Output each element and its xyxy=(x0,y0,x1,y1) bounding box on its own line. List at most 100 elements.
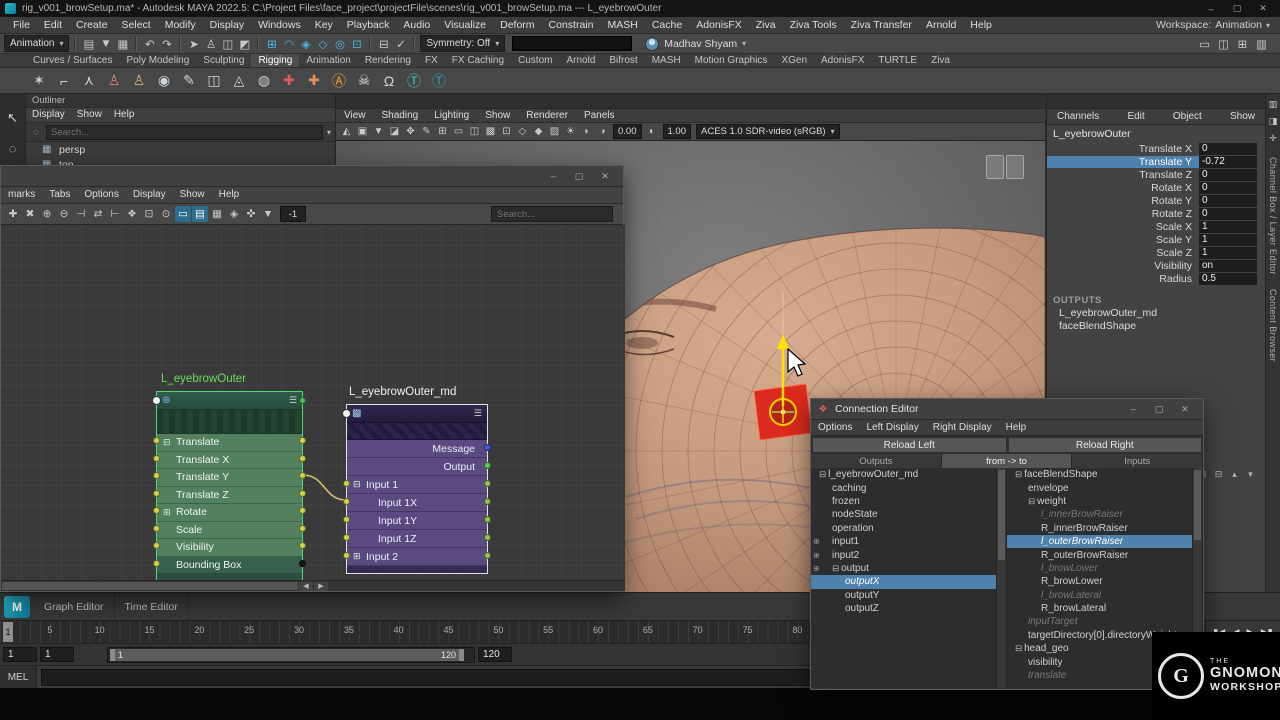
shelf-tab-xgen[interactable]: XGen xyxy=(774,54,814,67)
shelf-tab-rendering[interactable]: Rendering xyxy=(358,54,418,67)
film-gate-icon[interactable]: ▭ xyxy=(451,124,466,139)
attribute-item-l-browlateral[interactable]: l_browLateral xyxy=(1007,589,1202,602)
output-connections-icon[interactable]: ⊢ xyxy=(107,206,123,222)
scroll-right-icon[interactable]: ▶ xyxy=(314,582,328,591)
hik-skeleton-icon[interactable]: ♙ xyxy=(103,70,125,92)
input-output-connections-icon[interactable]: ⇄ xyxy=(90,206,106,222)
range-handle-start[interactable] xyxy=(110,649,115,661)
move-layer-up-icon[interactable]: ▴ xyxy=(1228,468,1241,481)
node-attr-input-1z[interactable]: ⊟Input 1Z xyxy=(347,530,487,548)
node-editor-menu-options[interactable]: Options xyxy=(77,187,125,203)
expander-icon[interactable]: ⊟ xyxy=(353,479,363,490)
attr-input-socket[interactable] xyxy=(343,552,350,559)
node-input-socket[interactable] xyxy=(342,409,351,418)
menu-display[interactable]: Display xyxy=(203,17,251,33)
redo-icon[interactable]: ↷ xyxy=(158,35,175,52)
node-attr-translate-y[interactable]: ⊟Translate Y xyxy=(157,469,302,487)
attribute-item-input2[interactable]: ⊕input2 xyxy=(811,548,1006,561)
attribute-item-operation[interactable]: operation xyxy=(811,522,1006,535)
animation-start-field[interactable]: 1 xyxy=(40,647,74,662)
menu-icon[interactable]: ☰ xyxy=(474,408,482,419)
simple-view-icon[interactable]: ▭ xyxy=(175,206,191,222)
textured-icon[interactable]: ▨ xyxy=(547,124,562,139)
ziva-transfer-icon[interactable]: Ⓣ xyxy=(428,70,450,92)
paint-skin-weights-icon[interactable]: ✎ xyxy=(178,70,200,92)
input-operations-icon[interactable]: ⊟ xyxy=(375,35,392,52)
channel-row-translate-y[interactable]: Translate Y-0.72 xyxy=(1047,155,1265,168)
viewport-menu-panels[interactable]: Panels xyxy=(576,109,623,122)
attr-input-socket[interactable] xyxy=(153,560,160,567)
attr-output-socket[interactable] xyxy=(299,560,306,567)
frame-selection-icon[interactable]: ⊙ xyxy=(158,206,174,222)
attr-output-socket[interactable] xyxy=(484,480,491,487)
snap-grid-icon[interactable]: ⊞ xyxy=(263,35,280,52)
snap-plane-icon[interactable]: ◇ xyxy=(314,35,331,52)
attr-output-socket[interactable] xyxy=(484,552,491,559)
frame-all-icon[interactable]: ⊡ xyxy=(141,206,157,222)
sidebar-tab-content-browser[interactable]: Content Browser xyxy=(1268,289,1278,362)
outliner-search-input[interactable] xyxy=(46,125,323,140)
quick-selection-field[interactable] xyxy=(512,36,632,51)
shelf-tab-curves-surfaces[interactable]: Curves / Surfaces xyxy=(26,54,119,67)
node-attr-input-1x[interactable]: ⊟Input 1X xyxy=(347,494,487,512)
bookmarks-icon[interactable]: ▼ xyxy=(260,206,276,222)
node-attr-translate-z[interactable]: ⊟Translate Z xyxy=(157,487,302,505)
select-hierarchy-icon[interactable]: ♙ xyxy=(202,35,219,52)
node-output-socket[interactable] xyxy=(299,397,306,404)
grease-pencil-icon[interactable]: ✎ xyxy=(419,124,434,139)
animation-end-field[interactable]: 120 xyxy=(478,647,512,662)
select-tool-icon[interactable]: ↖ xyxy=(3,108,23,128)
snap-point-icon[interactable]: ◈ xyxy=(297,35,314,52)
bind-skin-icon[interactable]: ◉ xyxy=(153,70,175,92)
pan-zoom-icon[interactable]: ✥ xyxy=(403,124,418,139)
remove-node-icon[interactable]: ✖ xyxy=(22,206,38,222)
channel-row-rotate-y[interactable]: Rotate Y0 xyxy=(1047,194,1265,207)
expander-icon[interactable]: ⊞ xyxy=(163,507,173,518)
safe-action-icon[interactable]: ⊡ xyxy=(499,124,514,139)
maximize-button[interactable]: ▢ xyxy=(1225,1,1249,16)
menu-edit[interactable]: Edit xyxy=(37,17,69,33)
output-node-faceblendshape[interactable]: faceBlendShape xyxy=(1047,319,1265,332)
wireframe-icon[interactable]: ◇ xyxy=(515,124,530,139)
attr-input-socket[interactable] xyxy=(343,480,350,487)
menu-ziva[interactable]: Ziva xyxy=(749,17,783,33)
attribute-item-inputtarget[interactable]: inputTarget xyxy=(1007,615,1202,628)
node-input-socket[interactable] xyxy=(152,396,161,405)
attribute-item-faceblendshape[interactable]: ⊟faceBlendShape xyxy=(1007,468,1202,481)
menu-key[interactable]: Key xyxy=(308,17,340,33)
remove-from-graph-icon[interactable]: ⊖ xyxy=(56,206,72,222)
construction-history-icon[interactable]: ✓ xyxy=(392,35,409,52)
node-attr-scale[interactable]: ⊟Scale xyxy=(157,522,302,540)
pose-editor-icon[interactable]: ◬ xyxy=(228,70,250,92)
attr-output-socket[interactable] xyxy=(484,516,491,523)
attribute-item-outputx[interactable]: outputX xyxy=(811,575,1006,588)
joint-tool-icon[interactable]: ✶ xyxy=(28,70,50,92)
reload-right-button[interactable]: Reload Right xyxy=(1008,437,1203,453)
node-attr-output[interactable]: Output xyxy=(347,458,487,476)
viewport-menu-show[interactable]: Show xyxy=(477,109,518,122)
ik-handle-tool-icon[interactable]: ⌐ xyxy=(53,70,75,92)
shelf-tab-fx-caching[interactable]: FX Caching xyxy=(445,54,511,67)
input-connections-icon[interactable]: ⊣ xyxy=(73,206,89,222)
close-button[interactable]: ✕ xyxy=(1173,402,1197,417)
channel-row-translate-z[interactable]: Translate Z0 xyxy=(1047,168,1265,181)
attr-input-socket[interactable] xyxy=(153,472,160,479)
node-editor-titlebar[interactable]: – ▢ ✕ xyxy=(1,166,623,187)
channel-row-rotate-z[interactable]: Rotate Z0 xyxy=(1047,207,1265,220)
attribute-item-l-outerbrowraiser[interactable]: l_outerBrowRaiser xyxy=(1007,535,1202,548)
viewport-menu-renderer[interactable]: Renderer xyxy=(518,109,576,122)
attr-output-socket[interactable] xyxy=(299,525,306,532)
multiply-node-title[interactable]: L_eyebrowOuter_md xyxy=(349,386,456,398)
chevron-down-icon[interactable]: ▾ xyxy=(327,128,331,137)
channel-value-field[interactable]: 0 xyxy=(1199,182,1257,194)
shelf-tab-sculpting[interactable]: Sculpting xyxy=(196,54,251,67)
attribute-item-outputy[interactable]: outputY xyxy=(811,589,1006,602)
transform-node-header[interactable]: ⊛ ☰ xyxy=(157,392,302,410)
horizontal-scrollbar[interactable]: ◀ ▶ xyxy=(1,580,625,591)
create-node-icon[interactable]: ✚ xyxy=(5,206,21,222)
attr-output-socket[interactable] xyxy=(484,462,491,469)
gamma-field[interactable]: 1.00 xyxy=(663,124,692,139)
window-titlebar[interactable]: rig_v001_browSetup.ma* - Autodesk MAYA 2… xyxy=(0,0,1280,17)
attribute-item-r-outerbrowraiser[interactable]: R_outerBrowRaiser xyxy=(1007,548,1202,561)
channel-value-field[interactable]: 1 xyxy=(1199,234,1257,246)
